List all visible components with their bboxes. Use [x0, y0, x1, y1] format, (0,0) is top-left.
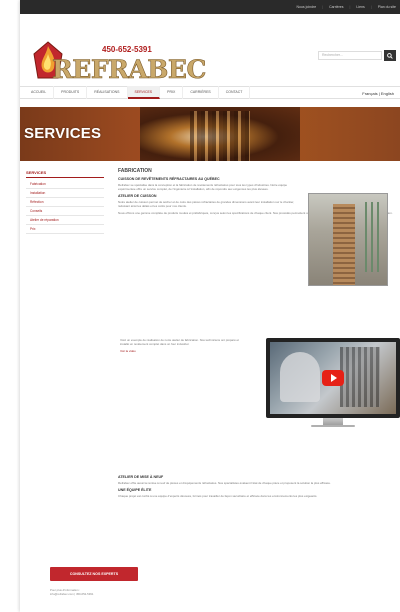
search-icon [387, 52, 393, 59]
separator: | [322, 5, 324, 9]
video-section: Voici un exemple de réalisation de notre… [118, 338, 400, 448]
paragraph: Voici un exemple de réalisation de notre… [120, 338, 239, 346]
subheading: ATELIER DE MISE À NEUF [118, 475, 164, 479]
video-link[interactable]: Voir la vidéo [120, 349, 240, 353]
section-title: FABRICATION [118, 168, 152, 174]
sidebar-item-fabrication[interactable]: Fabrication [26, 180, 104, 189]
page: Nous joindre | Carrières | Liens | Plan … [20, 0, 400, 612]
nav-item-prix[interactable]: Prix [160, 86, 184, 99]
play-button[interactable] [322, 370, 344, 386]
page-banner: SERVICES [20, 107, 400, 161]
thumbnail-detail [280, 352, 320, 402]
top-bar: Nous joindre | Carrières | Liens | Plan … [20, 0, 400, 14]
page-title: SERVICES [24, 125, 102, 142]
banner-image-detail [190, 111, 250, 161]
search-button[interactable] [384, 50, 396, 61]
thumbnail-detail [340, 347, 380, 407]
paragraph: Chaque projet est confié à une équipe d'… [118, 494, 318, 498]
topbar-link[interactable]: Carrières [329, 5, 343, 9]
separator: | [370, 5, 372, 9]
fabrication-photo [308, 193, 388, 286]
photo-detail [365, 202, 383, 272]
nav-item-realisations[interactable]: Réalisations [87, 86, 128, 99]
subheading: CUISSON DE REVÊTEMENTS RÉFRACTAIRES AU Q… [118, 177, 220, 181]
search-input[interactable]: Rechercher... [318, 51, 382, 60]
nav-item-services[interactable]: Services [127, 86, 161, 99]
separator: | [349, 5, 351, 9]
sidebar: SERVICES Fabrication Installation Réfect… [26, 170, 104, 234]
header: REFRABEC 450-652-5391 Rechercher... [20, 14, 400, 84]
subheading: UNE ÉQUIPE ÉLITE [118, 488, 152, 492]
language-switcher[interactable]: Français | English [362, 91, 394, 96]
play-icon [330, 374, 337, 382]
contact-footnote: Pour plus d'information : info@refrabec.… [50, 588, 93, 596]
paragraph: Refrabec se spécialise dans la conceptio… [118, 183, 287, 191]
footnote-line[interactable]: info@refrabec.com | 450-652-5391 [50, 592, 93, 596]
paragraph: Refrabec offre aussi la remise à neuf de… [118, 481, 331, 485]
video-description: Voici un exemple de réalisation de notre… [120, 338, 240, 356]
nav-item-contact[interactable]: Contact [219, 86, 251, 99]
logo-text: REFRABEC [52, 55, 207, 85]
consult-experts-button[interactable]: CONSULTEZ NOS EXPERTS [50, 567, 138, 581]
video-thumbnail[interactable] [270, 342, 396, 414]
video-monitor [266, 338, 400, 427]
topbar-link[interactable]: Nous joindre [297, 5, 317, 9]
nav-item-accueil[interactable]: Accueil [24, 86, 55, 99]
topbar-link[interactable]: Liens [356, 5, 364, 9]
monitor-stand [323, 418, 343, 425]
video-screen [266, 338, 400, 418]
main-content: FABRICATION CUISSON DE REVÊTEMENTS RÉFRA… [118, 168, 400, 498]
topbar-link[interactable]: Plan du site [378, 5, 396, 9]
nav-item-produits[interactable]: Produits [54, 86, 88, 99]
monitor-base [311, 425, 355, 427]
sidebar-title: SERVICES [26, 170, 104, 178]
sidebar-item-refection[interactable]: Réfection [26, 198, 104, 207]
sidebar-item-atelier[interactable]: Atelier de réparation [26, 216, 104, 225]
paragraph: Notre atelier de cuisson permet de séche… [118, 200, 295, 208]
photo-detail [333, 204, 355, 285]
phone-number[interactable]: 450-652-5391 [102, 45, 152, 54]
sidebar-item-installation[interactable]: Installation [26, 189, 104, 198]
nav-item-carrieres[interactable]: Carrières [183, 86, 219, 99]
main-nav: Accueil Produits Réalisations Services P… [20, 86, 400, 99]
intro-block: CUISSON DE REVÊTEMENTS RÉFRACTAIRES AU Q… [118, 177, 298, 208]
sidebar-item-prix[interactable]: Prix [26, 225, 104, 234]
subheading: ATELIER DE CUISSON [118, 194, 157, 198]
lower-content: ATELIER DE MISE À NEUF Refrabec offre au… [118, 475, 394, 501]
sidebar-item-conseils[interactable]: Conseils [26, 207, 104, 216]
